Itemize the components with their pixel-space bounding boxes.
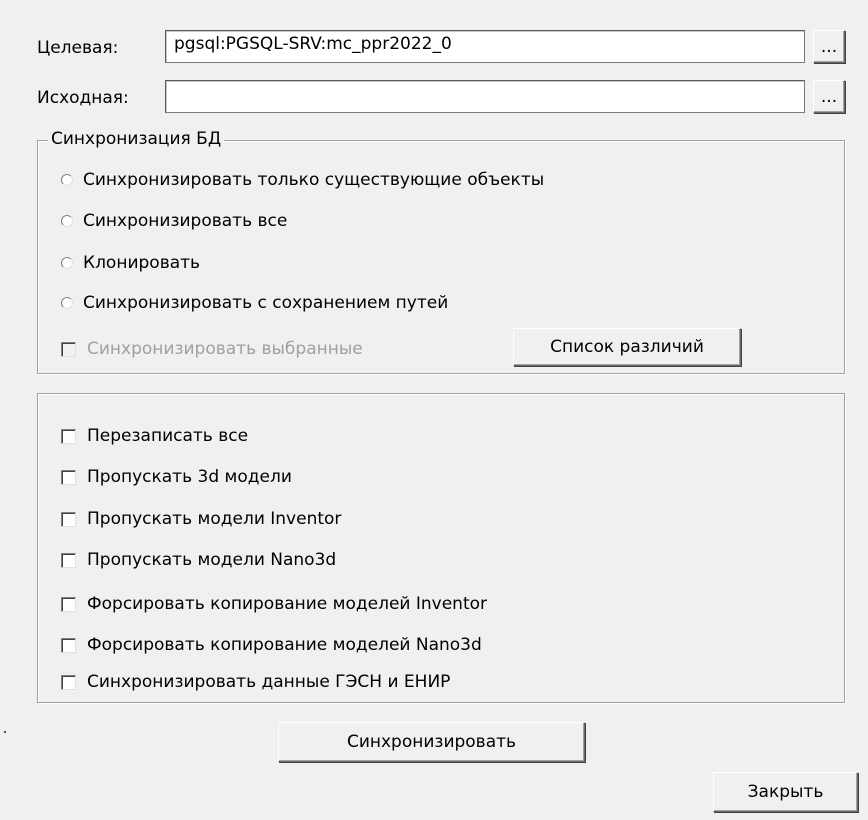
sync-groupbox: Синхронизация БД Синхронизировать только…: [37, 129, 845, 374]
checkbox-force-nano3d[interactable]: Форсировать копирование моделей Nano3d: [61, 633, 482, 657]
checkbox-label: Пропускать 3d модели: [87, 467, 292, 487]
checkbox-box[interactable]: [61, 428, 76, 444]
checkbox-box[interactable]: [61, 552, 76, 568]
checkbox-skip-3d[interactable]: Пропускать 3d модели: [61, 465, 292, 489]
checkbox-sync-selected[interactable]: Синхронизировать выбранные: [61, 337, 363, 361]
checkbox-box[interactable]: [61, 637, 76, 653]
radio-circle[interactable]: [61, 257, 73, 269]
checkbox-box[interactable]: [61, 511, 76, 527]
source-label: Исходная:: [37, 88, 129, 108]
checkbox-skip-inventor[interactable]: Пропускать модели Inventor: [61, 507, 341, 531]
radio-circle[interactable]: [61, 174, 73, 186]
stray-dot: [4, 731, 6, 733]
checkbox-label: Пропускать модели Nano3d: [87, 550, 337, 570]
radio-label: Клонировать: [83, 253, 201, 273]
checkbox-label: Пропускать модели Inventor: [87, 509, 342, 529]
checkbox-force-inventor[interactable]: Форсировать копирование моделей Inventor: [61, 592, 487, 616]
checkbox-box[interactable]: [61, 674, 76, 690]
radio-label: Синхронизировать только существующие объ…: [83, 170, 545, 190]
checkbox-label: Синхронизировать выбранные: [87, 339, 363, 359]
sync-group-title: Синхронизация БД: [48, 129, 225, 149]
options-groupbox: Перезаписать все Пропускать 3d модели Пр…: [37, 393, 845, 703]
sync-button[interactable]: Синхронизировать: [278, 722, 585, 762]
radio-circle[interactable]: [61, 215, 73, 227]
source-browse-button[interactable]: ...: [813, 80, 845, 113]
checkbox-box[interactable]: [61, 596, 76, 612]
checkbox-box[interactable]: [61, 469, 76, 485]
radio-label: Синхронизировать все: [83, 211, 288, 231]
checkbox-overwrite-all[interactable]: Перезаписать все: [61, 424, 248, 448]
source-field[interactable]: [165, 80, 805, 113]
target-label: Целевая:: [37, 38, 119, 58]
checkbox-label: Форсировать копирование моделей Nano3d: [87, 635, 482, 655]
checkbox-label: Синхронизировать данные ГЭСН и ЕНИР: [87, 672, 451, 692]
radio-sync-keep-paths[interactable]: Синхронизировать с сохранением путей: [61, 291, 448, 315]
radio-clone[interactable]: Клонировать: [61, 251, 200, 275]
diff-list-button[interactable]: Список различий: [513, 328, 741, 366]
radio-label: Синхронизировать с сохранением путей: [83, 293, 449, 313]
target-field[interactable]: pgsql:PGSQL-SRV:mc_ppr2022_0: [165, 30, 805, 63]
target-browse-button[interactable]: ...: [813, 30, 845, 63]
checkbox-skip-nano3d[interactable]: Пропускать модели Nano3d: [61, 548, 336, 572]
checkbox-label: Форсировать копирование моделей Inventor: [87, 594, 488, 614]
radio-sync-all[interactable]: Синхронизировать все: [61, 209, 287, 233]
checkbox-box[interactable]: [61, 341, 76, 357]
radio-sync-existing[interactable]: Синхронизировать только существующие объ…: [61, 168, 544, 192]
checkbox-sync-gesn-enir[interactable]: Синхронизировать данные ГЭСН и ЕНИР: [61, 670, 450, 694]
radio-circle[interactable]: [61, 297, 73, 309]
checkbox-label: Перезаписать все: [87, 426, 249, 446]
close-button[interactable]: Закрыть: [713, 772, 858, 812]
